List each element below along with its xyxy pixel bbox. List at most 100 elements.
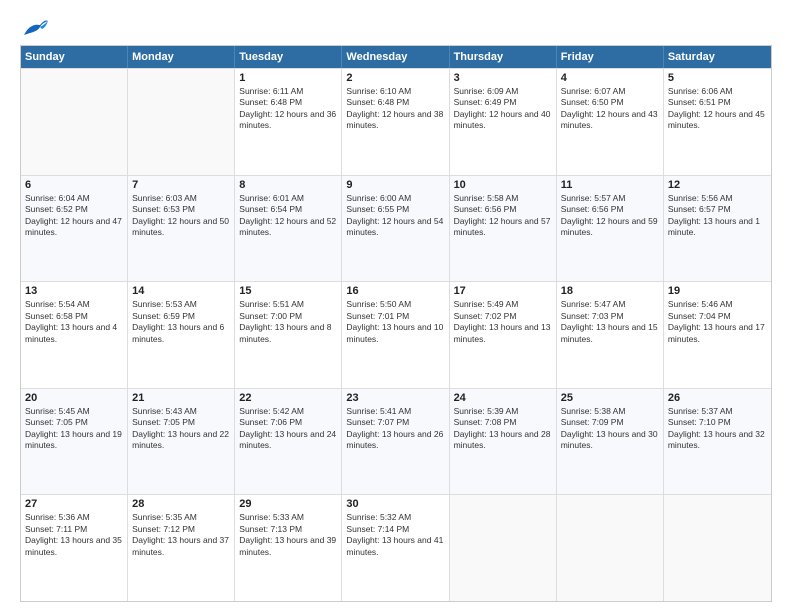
calendar-cell-day-10: 10 Sunrise: 5:58 AMSunset: 6:56 PMDayligh… [450, 176, 557, 282]
header-day-wednesday: Wednesday [342, 46, 449, 68]
day-number: 20 [25, 392, 123, 404]
calendar-cell-day-5: 5 Sunrise: 6:06 AMSunset: 6:51 PMDaylight… [664, 69, 771, 175]
calendar-cell-day-9: 9 Sunrise: 6:00 AMSunset: 6:55 PMDaylight… [342, 176, 449, 282]
calendar-cell-empty [450, 495, 557, 601]
cell-info: Sunrise: 5:36 AMSunset: 7:11 PMDaylight:… [25, 512, 123, 558]
cell-info: Sunrise: 6:06 AMSunset: 6:51 PMDaylight:… [668, 86, 767, 132]
cell-info: Sunrise: 6:07 AMSunset: 6:50 PMDaylight:… [561, 86, 659, 132]
calendar-cell-day-20: 20 Sunrise: 5:45 AMSunset: 7:05 PMDayligh… [21, 389, 128, 495]
cell-info: Sunrise: 5:47 AMSunset: 7:03 PMDaylight:… [561, 299, 659, 345]
cell-info: Sunrise: 6:09 AMSunset: 6:49 PMDaylight:… [454, 86, 552, 132]
day-number: 22 [239, 392, 337, 404]
day-number: 5 [668, 72, 767, 84]
cell-info: Sunrise: 5:41 AMSunset: 7:07 PMDaylight:… [346, 406, 444, 452]
day-number: 23 [346, 392, 444, 404]
calendar-cell-day-19: 19 Sunrise: 5:46 AMSunset: 7:04 PMDayligh… [664, 282, 771, 388]
calendar-header: SundayMondayTuesdayWednesdayThursdayFrid… [21, 46, 771, 68]
calendar-cell-day-2: 2Sunrise: 6:10 AMSunset: 6:48 PMDaylight… [342, 69, 449, 175]
calendar-cell-day-28: 28 Sunrise: 5:35 AMSunset: 7:12 PMDayligh… [128, 495, 235, 601]
day-number: 9 [346, 179, 444, 191]
cell-info: Sunrise: 5:49 AMSunset: 7:02 PMDaylight:… [454, 299, 552, 345]
day-number: 10 [454, 179, 552, 191]
calendar-cell-day-14: 14Sunrise: 5:53 AMSunset: 6:59 PMDayligh… [128, 282, 235, 388]
cell-info: Sunrise: 6:03 AMSunset: 6:53 PMDaylight:… [132, 193, 230, 239]
cell-info: Sunrise: 6:01 AMSunset: 6:54 PMDaylight:… [239, 193, 337, 239]
calendar: SundayMondayTuesdayWednesdayThursdayFrid… [20, 45, 772, 602]
calendar-week-4: 20 Sunrise: 5:45 AMSunset: 7:05 PMDayligh… [21, 388, 771, 495]
day-number: 24 [454, 392, 552, 404]
calendar-week-1: 1 Sunrise: 6:11 AMSunset: 6:48 PMDaylight… [21, 68, 771, 175]
calendar-cell-day-17: 17 Sunrise: 5:49 AMSunset: 7:02 PMDayligh… [450, 282, 557, 388]
day-number: 15 [239, 285, 337, 297]
cell-info: Sunrise: 5:32 AMSunset: 7:14 PMDaylight:… [346, 512, 444, 558]
cell-info: Sunrise: 5:42 AMSunset: 7:06 PMDaylight:… [239, 406, 337, 452]
logo-bird-icon [20, 15, 50, 39]
cell-info: Sunrise: 5:56 AMSunset: 6:57 PMDaylight:… [668, 193, 767, 239]
calendar-cell-day-16: 16 Sunrise: 5:50 AMSunset: 7:01 PMDayligh… [342, 282, 449, 388]
page: SundayMondayTuesdayWednesdayThursdayFrid… [0, 0, 792, 612]
cell-info: Sunrise: 5:38 AMSunset: 7:09 PMDaylight:… [561, 406, 659, 452]
header-day-friday: Friday [557, 46, 664, 68]
calendar-cell-empty [21, 69, 128, 175]
calendar-cell-day-27: 27 Sunrise: 5:36 AMSunset: 7:11 PMDayligh… [21, 495, 128, 601]
calendar-cell-day-18: 18 Sunrise: 5:47 AMSunset: 7:03 PMDayligh… [557, 282, 664, 388]
calendar-cell-day-24: 24 Sunrise: 5:39 AMSunset: 7:08 PMDayligh… [450, 389, 557, 495]
cell-info: Sunrise: 5:50 AMSunset: 7:01 PMDaylight:… [346, 299, 444, 345]
calendar-cell-day-7: 7 Sunrise: 6:03 AMSunset: 6:53 PMDaylight… [128, 176, 235, 282]
calendar-cell-empty [128, 69, 235, 175]
calendar-cell-day-8: 8 Sunrise: 6:01 AMSunset: 6:54 PMDaylight… [235, 176, 342, 282]
cell-info: Sunrise: 5:46 AMSunset: 7:04 PMDaylight:… [668, 299, 767, 345]
calendar-cell-day-26: 26Sunrise: 5:37 AMSunset: 7:10 PMDayligh… [664, 389, 771, 495]
cell-info: Sunrise: 6:00 AMSunset: 6:55 PMDaylight:… [346, 193, 444, 239]
calendar-cell-day-13: 13 Sunrise: 5:54 AMSunset: 6:58 PMDayligh… [21, 282, 128, 388]
header-day-sunday: Sunday [21, 46, 128, 68]
cell-info: Sunrise: 5:51 AMSunset: 7:00 PMDaylight:… [239, 299, 337, 345]
calendar-cell-day-4: 4 Sunrise: 6:07 AMSunset: 6:50 PMDaylight… [557, 69, 664, 175]
calendar-week-3: 13 Sunrise: 5:54 AMSunset: 6:58 PMDayligh… [21, 281, 771, 388]
day-number: 28 [132, 498, 230, 510]
day-number: 6 [25, 179, 123, 191]
day-number: 12 [668, 179, 767, 191]
header-day-tuesday: Tuesday [235, 46, 342, 68]
day-number: 29 [239, 498, 337, 510]
day-number: 17 [454, 285, 552, 297]
day-number: 30 [346, 498, 444, 510]
calendar-week-2: 6 Sunrise: 6:04 AMSunset: 6:52 PMDaylight… [21, 175, 771, 282]
cell-info: Sunrise: 6:04 AMSunset: 6:52 PMDaylight:… [25, 193, 123, 239]
cell-info: Sunrise: 6:11 AMSunset: 6:48 PMDaylight:… [239, 86, 337, 132]
header [20, 15, 772, 39]
cell-info: Sunrise: 5:37 AMSunset: 7:10 PMDaylight:… [668, 406, 767, 452]
calendar-body: 1 Sunrise: 6:11 AMSunset: 6:48 PMDaylight… [21, 68, 771, 601]
cell-info: Sunrise: 5:39 AMSunset: 7:08 PMDaylight:… [454, 406, 552, 452]
calendar-cell-day-11: 11Sunrise: 5:57 AMSunset: 6:56 PMDayligh… [557, 176, 664, 282]
day-number: 13 [25, 285, 123, 297]
day-number: 8 [239, 179, 337, 191]
calendar-cell-day-6: 6 Sunrise: 6:04 AMSunset: 6:52 PMDaylight… [21, 176, 128, 282]
day-number: 1 [239, 72, 337, 84]
calendar-cell-empty [557, 495, 664, 601]
cell-info: Sunrise: 5:58 AMSunset: 6:56 PMDaylight:… [454, 193, 552, 239]
calendar-cell-day-1: 1 Sunrise: 6:11 AMSunset: 6:48 PMDaylight… [235, 69, 342, 175]
cell-info: Sunrise: 5:35 AMSunset: 7:12 PMDaylight:… [132, 512, 230, 558]
calendar-cell-day-15: 15 Sunrise: 5:51 AMSunset: 7:00 PMDayligh… [235, 282, 342, 388]
calendar-cell-day-25: 25Sunrise: 5:38 AMSunset: 7:09 PMDayligh… [557, 389, 664, 495]
day-number: 18 [561, 285, 659, 297]
day-number: 4 [561, 72, 659, 84]
day-number: 2 [346, 72, 444, 84]
calendar-cell-day-23: 23 Sunrise: 5:41 AMSunset: 7:07 PMDayligh… [342, 389, 449, 495]
calendar-cell-day-3: 3 Sunrise: 6:09 AMSunset: 6:49 PMDaylight… [450, 69, 557, 175]
day-number: 21 [132, 392, 230, 404]
cell-info: Sunrise: 5:53 AMSunset: 6:59 PMDaylight:… [132, 299, 230, 345]
logo [20, 15, 54, 39]
calendar-cell-day-22: 22 Sunrise: 5:42 AMSunset: 7:06 PMDayligh… [235, 389, 342, 495]
day-number: 27 [25, 498, 123, 510]
day-number: 16 [346, 285, 444, 297]
day-number: 3 [454, 72, 552, 84]
day-number: 19 [668, 285, 767, 297]
cell-info: Sunrise: 5:43 AMSunset: 7:05 PMDaylight:… [132, 406, 230, 452]
calendar-cell-day-29: 29Sunrise: 5:33 AMSunset: 7:13 PMDayligh… [235, 495, 342, 601]
cell-info: Sunrise: 5:57 AMSunset: 6:56 PMDaylight:… [561, 193, 659, 239]
cell-info: Sunrise: 5:54 AMSunset: 6:58 PMDaylight:… [25, 299, 123, 345]
day-number: 7 [132, 179, 230, 191]
cell-info: Sunrise: 5:45 AMSunset: 7:05 PMDaylight:… [25, 406, 123, 452]
